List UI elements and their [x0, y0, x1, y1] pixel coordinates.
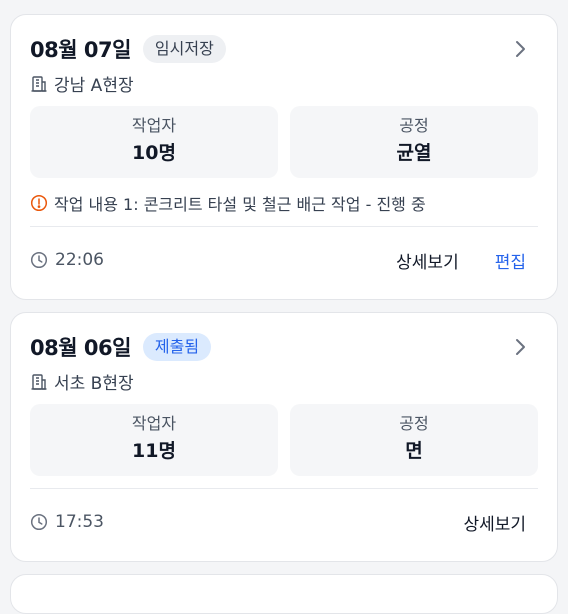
process-stat: 공정 균열	[290, 106, 538, 178]
stats-row: 작업자 10명 공정 균열	[30, 106, 538, 178]
work-note: 작업 내용 1: 콘크리트 타설 및 철근 배근 작업 - 진행 중	[30, 191, 426, 215]
time-text: 17:53	[55, 512, 104, 532]
process-label: 공정	[399, 116, 429, 135]
report-card-header: 08월 06일 제출됨	[30, 331, 538, 363]
process-value: 균열	[396, 142, 432, 164]
edit-button[interactable]: 편집	[495, 248, 526, 273]
site-name: 서초 B현장	[30, 369, 134, 394]
report-card-footer: 17:53 상세보기	[30, 507, 538, 537]
workers-stat: 작업자 11명	[30, 404, 278, 476]
alert-circle-icon	[30, 194, 48, 212]
status-badge: 임시저장	[142, 35, 226, 63]
report-card[interactable]	[10, 574, 558, 614]
report-card-footer: 22:06 상세보기 편집	[30, 245, 538, 275]
workers-stat: 작업자 10명	[30, 106, 278, 178]
process-value: 면	[405, 440, 423, 462]
workers-label: 작업자	[131, 116, 177, 135]
report-date: 08월 06일	[30, 336, 131, 360]
clock-icon	[30, 513, 48, 531]
report-time: 17:53	[30, 512, 104, 532]
process-label: 공정	[399, 414, 429, 433]
report-card[interactable]: 08월 07일 임시저장 강남 A현장 작업자 10명 공정 균열 작업 내용 …	[10, 14, 558, 300]
building-icon	[31, 75, 47, 92]
card-actions: 상세보기	[463, 510, 538, 535]
process-stat: 공정 면	[290, 404, 538, 476]
stats-row: 작업자 11명 공정 면	[30, 404, 538, 476]
site-label: 강남 A현장	[54, 76, 134, 96]
detail-button[interactable]: 상세보기	[396, 248, 459, 273]
divider	[30, 226, 538, 227]
detail-button[interactable]: 상세보기	[463, 510, 526, 535]
chevron-right-icon[interactable]	[508, 335, 532, 359]
divider	[30, 488, 538, 489]
report-time: 22:06	[30, 250, 104, 270]
report-date: 08월 07일	[30, 38, 131, 62]
workers-label: 작업자	[131, 414, 177, 433]
workers-value: 10명	[132, 142, 176, 164]
chevron-right-icon[interactable]	[508, 37, 532, 61]
workers-value: 11명	[132, 440, 176, 462]
report-card-header: 08월 07일 임시저장	[30, 33, 538, 65]
card-actions: 상세보기 편집	[396, 248, 538, 273]
site-name: 강남 A현장	[30, 71, 134, 96]
report-card[interactable]: 08월 06일 제출됨 서초 B현장 작업자 11명 공정 면 17:53 상세…	[10, 312, 558, 562]
status-badge: 제출됨	[142, 333, 212, 361]
time-text: 22:06	[55, 250, 104, 270]
building-icon	[31, 373, 47, 390]
site-label: 서초 B현장	[54, 374, 134, 394]
work-note-text: 작업 내용 1: 콘크리트 타설 및 철근 배근 작업 - 진행 중	[54, 195, 426, 214]
clock-icon	[30, 251, 48, 269]
